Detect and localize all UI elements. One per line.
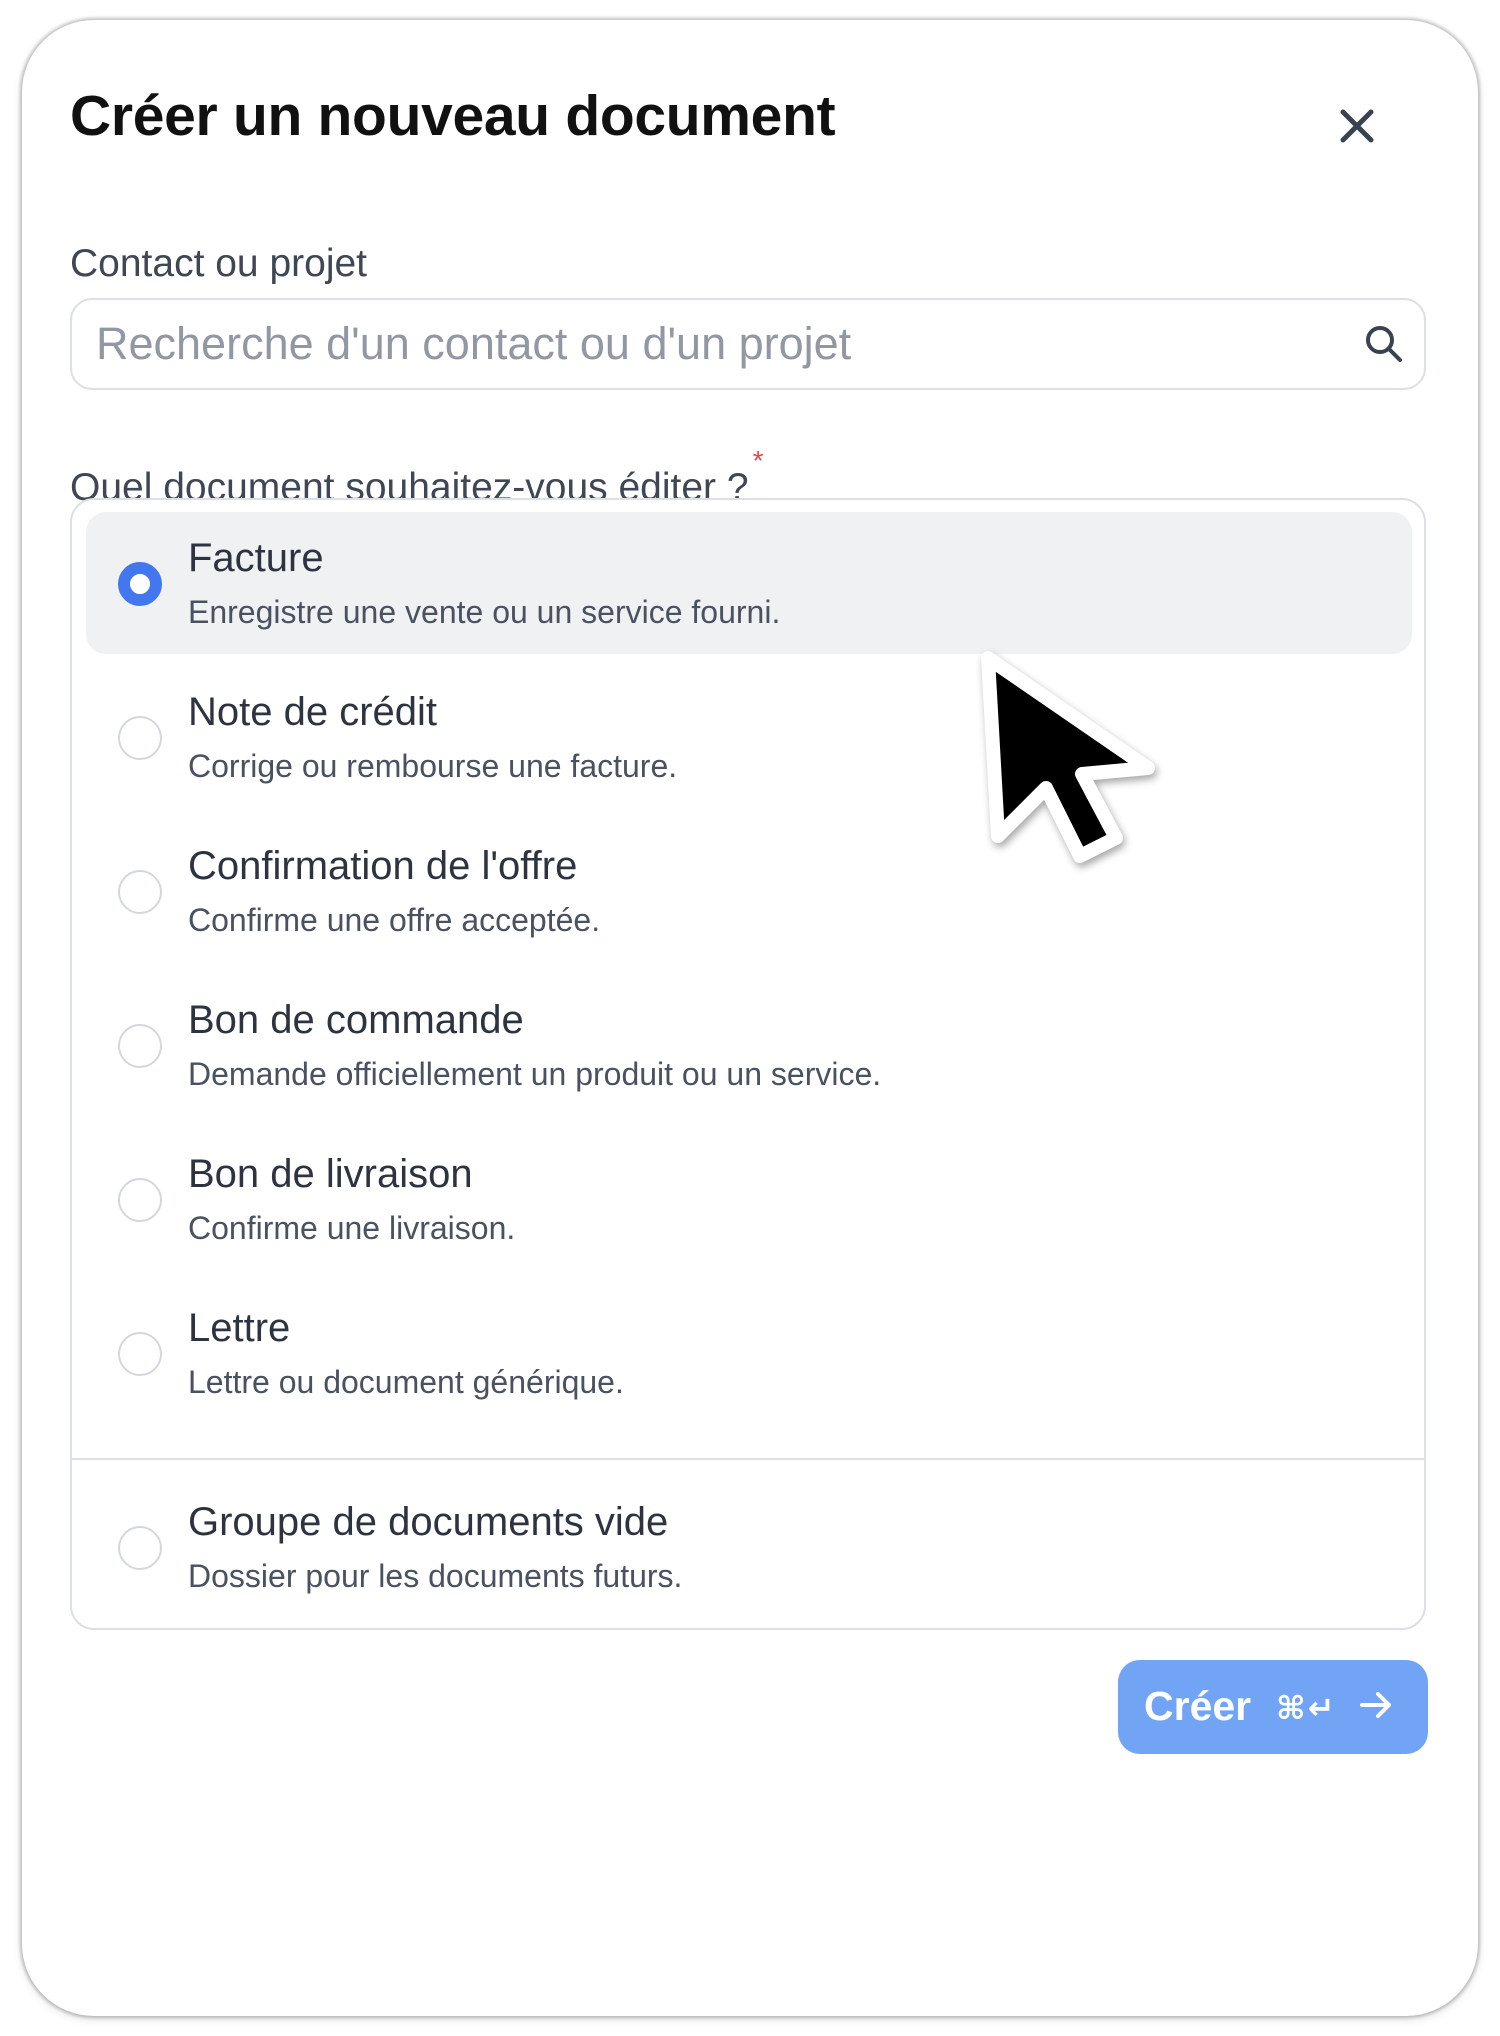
radio-button[interactable] — [118, 716, 162, 760]
option-description: Enregistre une vente ou un service fourn… — [188, 594, 781, 630]
option-title: Confirmation de l'offre — [188, 844, 578, 888]
close-button[interactable] — [1327, 96, 1387, 156]
document-type-radio-group: Facture Enregistre une vente ou un servi… — [70, 498, 1426, 1630]
contact-field-label: Contact ou projet — [70, 242, 368, 285]
options-divider — [72, 1458, 1424, 1460]
option-description: Confirme une offre acceptée. — [188, 902, 601, 938]
radio-button[interactable] — [118, 1332, 162, 1376]
option-bon-de-livraison[interactable]: Bon de livraison Confirme une livraison. — [86, 1128, 1412, 1270]
option-title: Bon de livraison — [188, 1152, 473, 1196]
keyboard-shortcut-hint: ⌘↵ — [1276, 1689, 1337, 1727]
search-icon[interactable] — [1360, 320, 1408, 368]
create-button[interactable]: Créer ⌘↵ — [1118, 1660, 1428, 1754]
create-button-label: Créer — [1144, 1683, 1252, 1729]
option-note-de-credit[interactable]: Note de crédit Corrige ou rembourse une … — [86, 666, 1412, 808]
contact-search-input[interactable] — [96, 300, 1336, 388]
radio-button[interactable] — [118, 1024, 162, 1068]
option-description: Lettre ou document générique. — [188, 1364, 624, 1400]
option-description: Corrige ou rembourse une facture. — [188, 748, 678, 784]
option-facture[interactable]: Facture Enregistre une vente ou un servi… — [86, 512, 1412, 654]
option-description: Dossier pour les documents futurs. — [188, 1558, 683, 1594]
dialog-title: Créer un nouveau document — [70, 84, 836, 148]
mouse-cursor-icon — [976, 646, 1162, 878]
contact-search-box[interactable] — [70, 298, 1426, 390]
option-groupe-documents-vide[interactable]: Groupe de documents vide Dossier pour le… — [86, 1476, 1412, 1618]
option-lettre[interactable]: Lettre Lettre ou document générique. — [86, 1282, 1412, 1424]
radio-button[interactable] — [118, 870, 162, 914]
radio-button[interactable] — [118, 1178, 162, 1222]
option-title: Lettre — [188, 1306, 291, 1350]
option-title: Note de crédit — [188, 690, 438, 734]
option-title: Groupe de documents vide — [188, 1500, 669, 1544]
option-title: Bon de commande — [188, 998, 524, 1042]
option-description: Demande officiellement un produit ou un … — [188, 1056, 882, 1092]
create-document-dialog: Créer un nouveau document Contact ou pro… — [22, 20, 1478, 2016]
arrow-right-icon — [1356, 1685, 1396, 1725]
radio-button[interactable] — [118, 1526, 162, 1570]
required-marker: * — [752, 445, 764, 476]
close-icon — [1340, 109, 1374, 143]
option-description: Confirme une livraison. — [188, 1210, 516, 1246]
radio-button[interactable] — [118, 562, 162, 606]
option-bon-de-commande[interactable]: Bon de commande Demande officiellement u… — [86, 974, 1412, 1116]
option-confirmation-offre[interactable]: Confirmation de l'offre Confirme une off… — [86, 820, 1412, 962]
option-title: Facture — [188, 536, 324, 580]
